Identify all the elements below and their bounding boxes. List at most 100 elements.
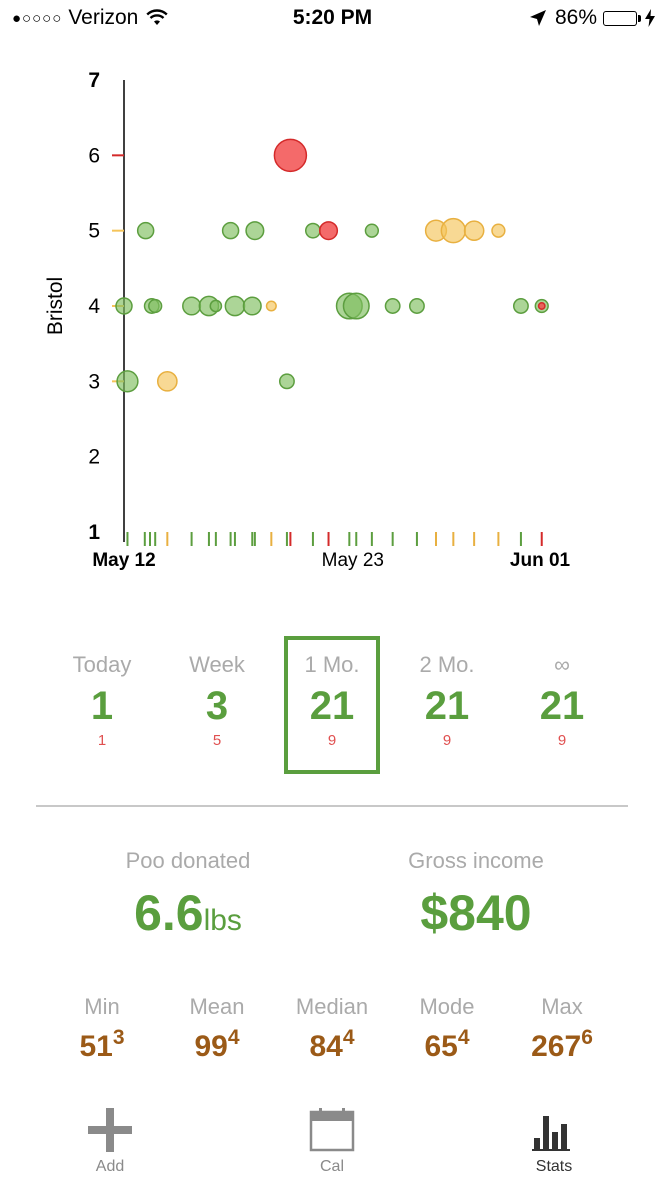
data-point	[537, 302, 546, 310]
stat-number: 99	[194, 1030, 228, 1063]
data-point	[278, 373, 295, 390]
total-donated-value: 6.6lbs	[58, 884, 318, 942]
range-label: 1 Mo.	[304, 652, 360, 677]
range-selector: Today 1 1 Week 3 5 1 Mo. 21 9 2 Mo. 21 9…	[0, 636, 665, 776]
battery-percent: 86%	[554, 6, 597, 29]
stat-number: 84	[309, 1030, 343, 1063]
data-point	[116, 370, 139, 393]
data-point	[273, 138, 308, 173]
data-point	[148, 298, 163, 314]
location-arrow-icon	[529, 10, 546, 26]
data-point	[156, 370, 178, 392]
tab-stats[interactable]: Stats	[499, 1106, 609, 1176]
stat-label: Max	[541, 994, 583, 1019]
scatter-chart: 1 2 3 4 5 6 7 Bristol May 12 May 23 Jun 01	[44, 69, 571, 571]
stat-number: 51	[79, 1030, 113, 1063]
x-tick-label: Jun 01	[510, 550, 571, 571]
stat-superscript: 4	[227, 1026, 240, 1049]
data-point	[242, 296, 262, 316]
data-point	[265, 300, 277, 312]
total-income-value: $840	[420, 885, 532, 941]
total-income: Gross income $840	[346, 848, 606, 942]
data-point	[440, 217, 467, 244]
data-point	[221, 221, 240, 240]
plus-icon	[55, 1106, 165, 1152]
data-point	[342, 292, 370, 320]
stat-label: Median	[295, 994, 369, 1019]
x-tick-label: May 23	[322, 550, 384, 571]
range-sub-count: 9	[557, 732, 567, 749]
y-tick-label: 2	[88, 446, 100, 469]
y-tick-label: 4	[88, 295, 100, 318]
range-label: Week	[189, 652, 245, 677]
range-week[interactable]: Week 3 5	[169, 636, 265, 774]
range-sub-count: 9	[442, 732, 452, 749]
stat-value: 844	[277, 1026, 387, 1064]
range-count: 21	[424, 684, 470, 728]
y-tick-label: 5	[88, 220, 100, 243]
stat-superscript: 6	[581, 1026, 593, 1049]
total-donated: Poo donated 6.6lbs	[58, 848, 318, 942]
bar-chart-icon	[499, 1106, 609, 1152]
data-point	[318, 221, 339, 241]
data-point	[364, 223, 380, 238]
stat-label: Min	[84, 994, 120, 1019]
y-tick-label: 6	[88, 144, 100, 167]
range-sub-count: 9	[327, 732, 337, 749]
y-axis-label: Bristol	[44, 277, 67, 335]
range-sub-count: 5	[212, 732, 222, 749]
data-point	[491, 223, 506, 238]
status-bar: ●○○○○ Verizon 5:20 PM 86%	[0, 0, 665, 38]
range-count: 21	[539, 684, 585, 728]
stat-value: 513	[47, 1026, 157, 1064]
stat-number: 267	[531, 1030, 582, 1063]
range-sub-count: 1	[97, 732, 107, 749]
data-point	[136, 221, 155, 240]
battery-icon	[603, 10, 641, 26]
range-1-month[interactable]: 1 Mo. 21 9	[284, 636, 380, 774]
calendar-icon	[277, 1106, 387, 1152]
data-point	[245, 221, 265, 241]
data-point	[463, 220, 485, 242]
stat-value: 654	[392, 1026, 502, 1064]
range-today[interactable]: Today 1 1	[54, 636, 150, 774]
data-point	[224, 295, 246, 317]
tab-label: Add	[95, 1158, 125, 1175]
status-right: 86%	[529, 6, 655, 30]
stat-min: Min 513	[47, 994, 157, 1064]
stat-mean: Mean 994	[162, 994, 272, 1064]
stat-value: 2676	[507, 1026, 617, 1064]
stat-superscript: 3	[112, 1026, 125, 1049]
stat-label: Mode	[419, 994, 475, 1019]
data-point	[384, 298, 401, 314]
divider	[36, 805, 628, 807]
stat-value: 994	[162, 1026, 272, 1064]
tab-add[interactable]: Add	[55, 1106, 165, 1176]
range-label: 2 Mo.	[419, 652, 475, 677]
data-point	[512, 298, 529, 314]
range-all-time[interactable]: ∞ 21 9	[514, 636, 610, 774]
range-2-months[interactable]: 2 Mo. 21 9	[399, 636, 495, 774]
data-point	[115, 297, 133, 315]
stat-number: 65	[424, 1030, 458, 1063]
stat-mode: Mode 654	[392, 994, 502, 1064]
stat-label: Mean	[189, 994, 245, 1019]
range-label: Today	[72, 652, 132, 677]
range-count: 3	[205, 684, 229, 728]
data-point	[209, 299, 223, 313]
data-point	[304, 222, 321, 239]
data-point	[408, 298, 425, 314]
donated-unit: lbs	[203, 904, 242, 937]
stat-median: Median 844	[277, 994, 387, 1064]
stat-superscript: 4	[457, 1026, 470, 1049]
total-income-label: Gross income	[408, 848, 544, 873]
x-tick-label: May 12	[92, 550, 155, 571]
donated-number: 6.6	[134, 885, 204, 941]
y-tick-label: 7	[88, 69, 100, 92]
charging-bolt-icon	[645, 9, 655, 27]
tab-label: Stats	[535, 1158, 573, 1175]
tab-label: Cal	[319, 1158, 344, 1175]
y-tick-label: 3	[88, 370, 100, 393]
range-label: ∞	[554, 652, 570, 677]
tab-cal[interactable]: Cal	[277, 1106, 387, 1176]
